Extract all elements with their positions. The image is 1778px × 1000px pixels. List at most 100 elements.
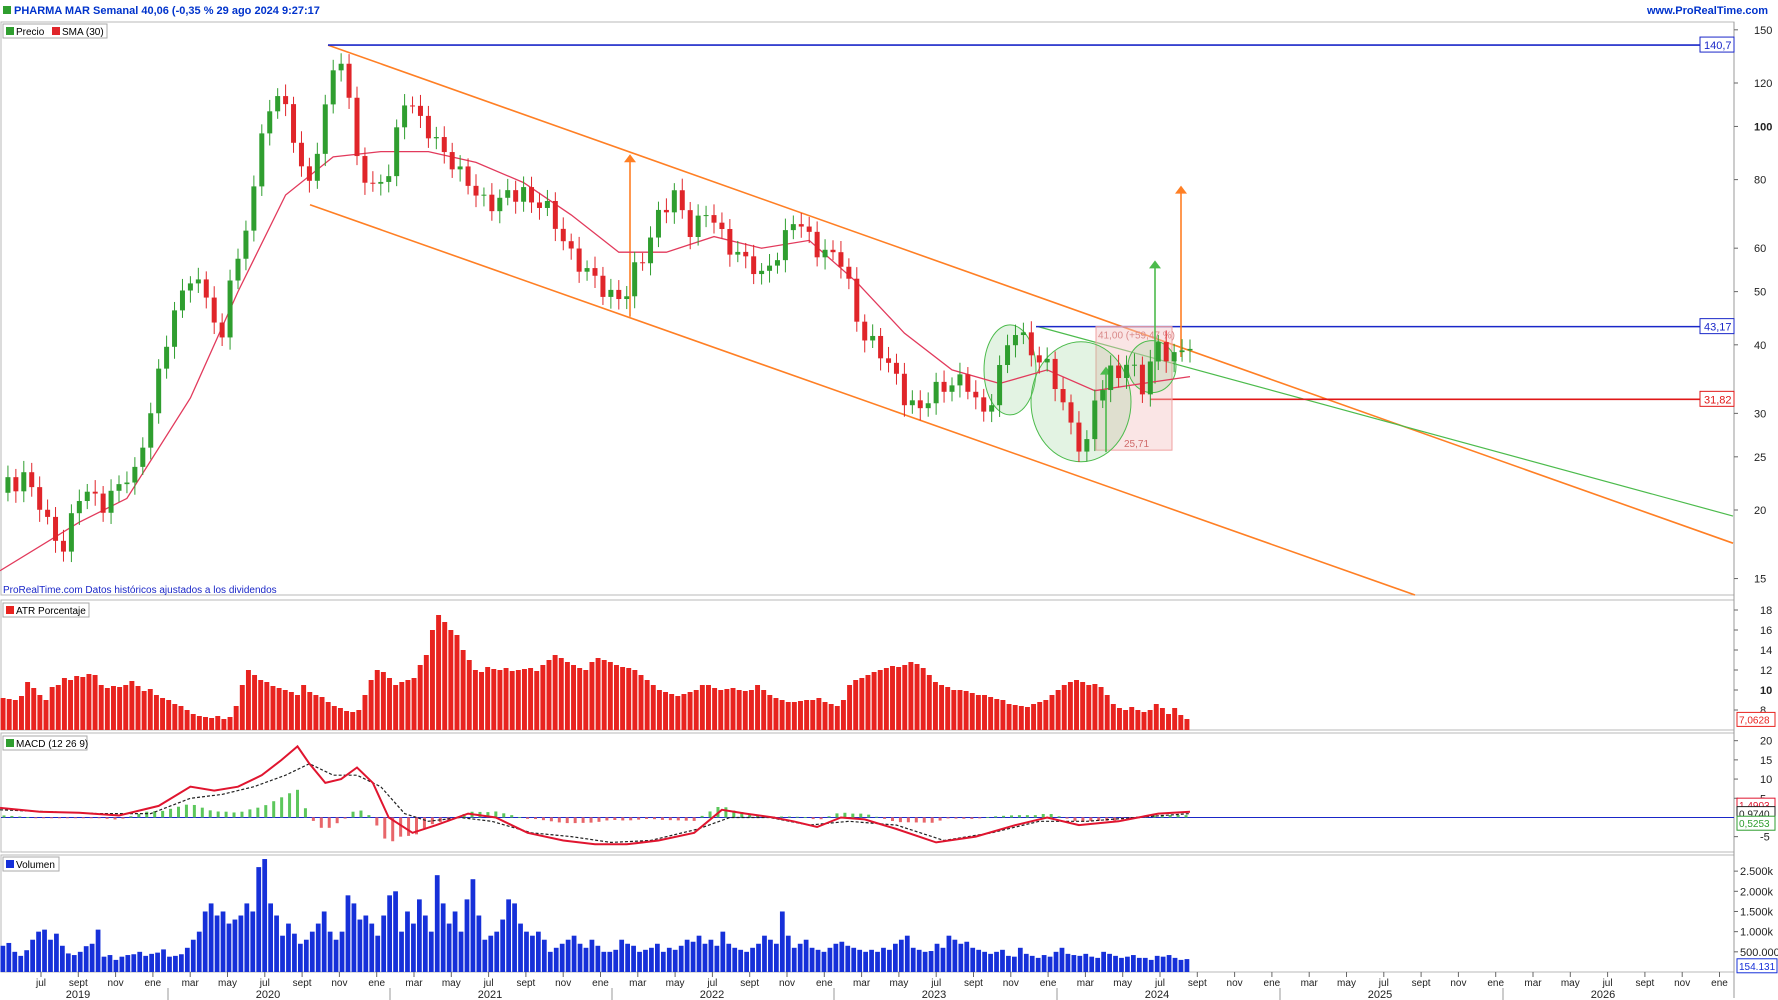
macd-hist-bar [224,811,228,818]
atr-bar [871,672,877,730]
candle-body [1005,345,1011,365]
volume-bar [315,923,321,972]
macd-hist-bar [653,817,656,820]
volume-bar [1023,953,1029,972]
atr-bar [945,687,951,730]
volume-bar [541,939,547,972]
volume-bar [1065,953,1071,972]
atr-bar [209,718,215,730]
candle-body [1100,390,1106,401]
atr-bar [12,700,18,730]
candle-body [901,373,907,406]
volume-bar [785,935,791,972]
macd-hist-bar [938,817,942,821]
candle-body [1108,365,1114,391]
volume-bar [934,943,940,972]
macd-hist-bar [1049,813,1053,818]
volume-bar [571,935,577,972]
x-month-label: jul [1378,978,1389,989]
atr-bar [1061,685,1067,730]
panel-frame-macd [0,732,1735,853]
candle-body [552,201,558,229]
atr-bar [98,685,104,730]
candle-body [505,190,511,198]
volume-bar [1136,957,1142,972]
volume-bar [583,947,589,972]
candle-body [235,258,241,281]
candle-body [481,194,487,196]
volume-bar [768,939,773,972]
volume-bar [256,867,262,972]
legend-swatch-sma [52,27,60,35]
macd-hist-bar [660,817,664,820]
x-month-label: sept [293,978,312,989]
volume-bar [417,899,422,972]
x-month-label: may [889,978,908,989]
atr-bar [344,711,350,730]
legend-swatch-precio [6,27,14,35]
atr-tick-label: 14 [1760,645,1772,657]
atr-bar [785,702,791,730]
volume-bar [119,956,125,972]
atr-bar [577,668,583,730]
atr-tick-label: 12 [1760,665,1772,677]
vol-legend-swatch [6,860,14,868]
macd-hist-bar [978,817,982,819]
volume-bar [351,903,357,972]
vol-tick-label: 2.500k [1740,866,1774,878]
atr-bar [957,690,963,730]
atr-bar [755,685,761,730]
x-month-label: ene [592,978,609,989]
macd-hist-bar [359,810,363,818]
volume-bar [196,931,202,972]
atr-bar [123,685,129,730]
atr-bar [436,615,442,730]
candle-body [330,70,336,105]
atr-bar [963,691,969,730]
atr-bar [779,700,785,730]
atr-bar [417,665,423,730]
atr-bar [890,666,895,730]
volume-bar [553,947,559,972]
price-tick-label: 40 [1754,340,1766,352]
candle-body [425,115,431,139]
atr-bar [160,698,166,730]
atr-bar [37,695,43,730]
x-month-label: ene [1487,978,1504,989]
macd-hist-bar [2,815,6,818]
macd-hist-bar [994,816,998,818]
volume-bar [928,951,934,972]
x-month-label: nov [779,978,795,989]
candle-body [1147,361,1153,395]
macd-hist-bar [375,817,379,826]
volume-bar [762,935,767,972]
atr-bar [932,682,938,730]
atr-bar [239,685,245,730]
macd-hist-bar [700,815,704,818]
volume-bar [434,875,440,972]
x-month-label: mar [182,978,200,989]
macd-hist-bar [549,817,553,822]
macd-hist-bar [851,813,855,818]
macd-tick-label: -5 [1760,832,1770,844]
x-month-label: may [218,978,237,989]
panel-frame-price [0,21,1735,596]
macd-hist-bar [668,817,672,821]
volume-bar [875,951,880,972]
volume-bar [298,943,303,972]
candle-body [600,275,606,297]
x-year-label: 2025 [1368,989,1392,1000]
volume-bar [964,941,970,972]
x-month-label: may [1113,978,1132,989]
atr-bar [141,691,147,730]
volume-bar [833,943,839,972]
atr-bar [423,655,429,730]
volume-bar [756,943,761,972]
atr-bar [196,716,202,730]
macd-hist-bar [684,817,688,821]
candle-body [679,190,685,211]
volume-bar [179,954,184,972]
volume-bar [470,879,476,972]
volume-bar [54,933,59,972]
atr-last-value: 7,0628 [1739,715,1770,726]
